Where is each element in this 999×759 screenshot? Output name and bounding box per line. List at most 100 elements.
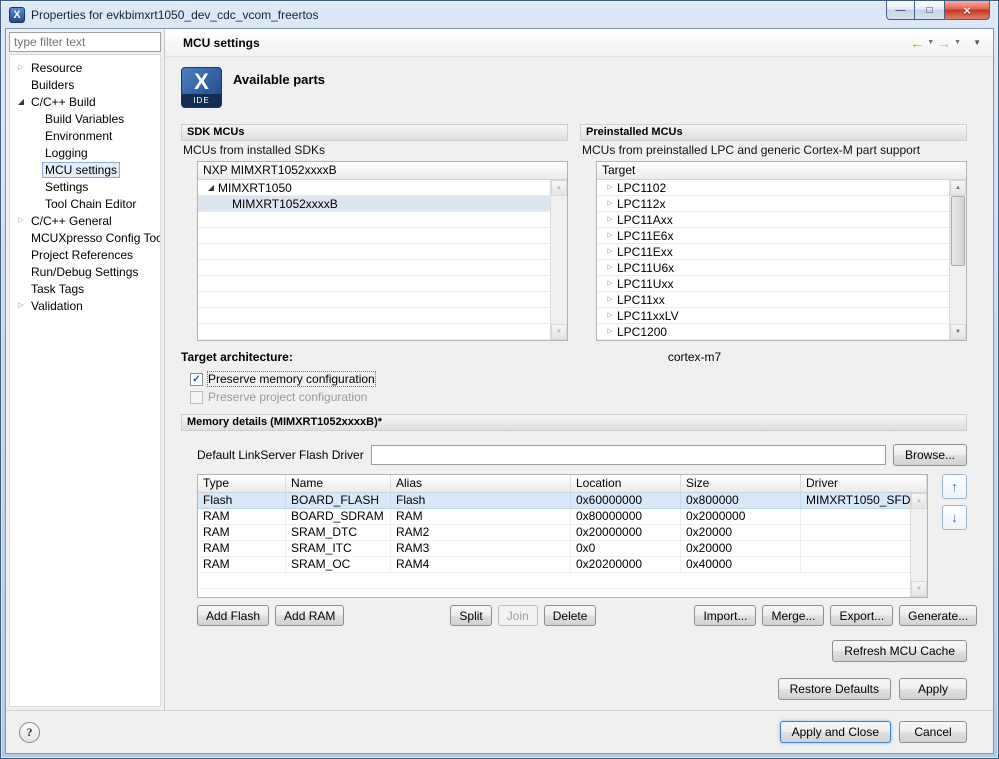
scroll-up-icon[interactable]: ▲ <box>911 493 927 509</box>
add-ram-button[interactable]: Add RAM <box>275 605 345 626</box>
memory-column-header-size[interactable]: Size <box>681 475 801 492</box>
tree-collapsed-arrow-icon[interactable]: ▷ <box>603 227 617 244</box>
minimize-button[interactable]: — <box>886 1 915 20</box>
preinstalled-mcu-item-lpc11xxlv[interactable]: ▷ LPC11xxLV <box>597 308 966 324</box>
sidebar-item-task-tags[interactable]: Task Tags <box>10 280 160 297</box>
preserve-memory-label[interactable]: Preserve memory configuration <box>207 371 376 387</box>
preinstalled-scrollbar[interactable]: ▲ ▼ <box>949 180 966 340</box>
flash-driver-input[interactable] <box>370 445 886 465</box>
memory-column-header-alias[interactable]: Alias <box>391 475 571 492</box>
memory-row[interactable]: RAM SRAM_ITC RAM3 0x0 0x20000 <box>198 541 927 557</box>
back-icon[interactable]: ← <box>910 35 924 51</box>
sidebar-item-run-debug-settings[interactable]: Run/Debug Settings <box>10 263 160 280</box>
import-button[interactable]: Import... <box>694 605 757 626</box>
sidebar-item-c-c-general[interactable]: ▷ C/C++ General <box>10 212 160 229</box>
preinstalled-mcu-item-lpc11axx[interactable]: ▷ LPC11Axx <box>597 212 966 228</box>
tree-collapsed-arrow-icon[interactable]: ▷ <box>603 195 617 212</box>
tree-collapsed-arrow-icon[interactable]: ▷ <box>603 179 617 196</box>
tree-expanded-arrow-icon[interactable]: ◢ <box>204 179 218 196</box>
tree-collapsed-arrow-icon[interactable]: ▷ <box>603 259 617 276</box>
scroll-down-icon[interactable]: ▼ <box>950 324 966 340</box>
sidebar-item-settings[interactable]: Settings <box>10 178 160 195</box>
sdk-mcus-column-header[interactable]: NXP MIMXRT1052xxxxB <box>198 162 567 180</box>
sidebar-item-validation[interactable]: ▷ Validation <box>10 297 160 314</box>
close-button[interactable]: × <box>944 1 990 20</box>
split-button[interactable]: Split <box>450 605 492 626</box>
sidebar-item-environment[interactable]: Environment <box>10 127 160 144</box>
delete-button[interactable]: Delete <box>543 605 597 626</box>
browse-button[interactable]: Browse... <box>892 444 967 466</box>
move-up-button[interactable]: ↑ <box>942 474 967 499</box>
tree-collapsed-arrow-icon[interactable]: ▷ <box>603 243 617 260</box>
sidebar-item-resource[interactable]: ▷ Resource <box>10 59 160 76</box>
scrollbar-thumb[interactable] <box>951 196 965 267</box>
memory-row[interactable]: RAM SRAM_DTC RAM2 0x20000000 0x20000 <box>198 525 927 541</box>
sidebar-item-mcu-settings[interactable]: MCU settings <box>10 161 160 178</box>
tree-collapsed-arrow-icon[interactable]: ▷ <box>603 211 617 228</box>
sdk-mcu-item-mimxrt1050[interactable]: ◢ MIMXRT1050 <box>198 180 567 196</box>
move-down-button[interactable]: ↓ <box>942 505 967 530</box>
view-menu-icon[interactable]: ▼ <box>973 38 981 47</box>
scroll-down-icon[interactable]: ▼ <box>551 324 567 340</box>
tree-collapsed-arrow-icon[interactable]: ▷ <box>603 307 617 324</box>
sidebar-item-mcuxpresso-config-tools[interactable]: MCUXpresso Config Tools <box>10 229 160 246</box>
tree-expanded-arrow-icon[interactable]: ◢ <box>14 93 28 110</box>
restore-defaults-button[interactable]: Restore Defaults <box>777 678 891 700</box>
add-flash-button[interactable]: Add Flash <box>197 605 270 626</box>
refresh-mcu-cache-button[interactable]: Refresh MCU Cache <box>832 640 967 662</box>
preinstalled-column-header[interactable]: Target <box>597 162 966 180</box>
forward-icon[interactable]: → <box>937 35 951 51</box>
sdk-mcus-scrollbar[interactable]: ▲ ▼ <box>550 180 567 340</box>
memory-row[interactable]: RAM BOARD_SDRAM RAM 0x80000000 0x2000000 <box>198 509 927 525</box>
sidebar-item-build-variables[interactable]: Build Variables <box>10 110 160 127</box>
forward-history-dropdown-icon[interactable]: ▼ <box>954 39 961 46</box>
sdk-mcu-item-mimxrt1052xxxxb[interactable]: MIMXRT1052xxxxB <box>198 196 567 212</box>
sidebar-item-c-c-build[interactable]: ◢ C/C++ Build <box>10 93 160 110</box>
memory-column-header-type[interactable]: Type <box>198 475 286 492</box>
scrollbar-track[interactable] <box>950 196 966 324</box>
memory-row[interactable]: RAM SRAM_OC RAM4 0x20200000 0x40000 <box>198 557 927 573</box>
cancel-button[interactable]: Cancel <box>899 721 967 743</box>
sidebar-item-builders[interactable]: Builders <box>10 76 160 93</box>
tree-collapsed-arrow-icon[interactable]: ▷ <box>14 297 28 314</box>
preinstalled-mcu-item-lpc11u6x[interactable]: ▷ LPC11U6x <box>597 260 966 276</box>
filter-input[interactable] <box>9 32 161 52</box>
memory-column-header-location[interactable]: Location <box>571 475 681 492</box>
tree-collapsed-arrow-icon[interactable]: ▷ <box>603 323 617 340</box>
export-button[interactable]: Export... <box>830 605 894 626</box>
tree-collapsed-arrow-icon[interactable]: ▷ <box>603 275 617 292</box>
titlebar[interactable]: X Properties for evkbimxrt1050_dev_cdc_v… <box>1 1 998 28</box>
scroll-down-icon[interactable]: ▼ <box>911 581 927 597</box>
sidebar-item-tool-chain-editor[interactable]: Tool Chain Editor <box>10 195 160 212</box>
preinstalled-mcu-item-lpc11uxx[interactable]: ▷ LPC11Uxx <box>597 276 966 292</box>
preinstalled-mcu-item-lpc11exx[interactable]: ▷ LPC11Exx <box>597 244 966 260</box>
preinstalled-mcu-item-lpc11e6x[interactable]: ▷ LPC11E6x <box>597 228 966 244</box>
generate-button[interactable]: Generate... <box>899 605 978 626</box>
help-button[interactable]: ? <box>19 721 40 743</box>
preinstalled-mcu-item-lpc11xx[interactable]: ▷ LPC11xx <box>597 292 966 308</box>
scrollbar-track[interactable] <box>551 196 567 324</box>
scrollbar-track[interactable] <box>911 509 927 581</box>
tree-collapsed-arrow-icon[interactable]: ▷ <box>603 291 617 308</box>
tree-collapsed-arrow-icon[interactable]: ▷ <box>14 212 28 229</box>
memory-table-scrollbar[interactable]: ▲ ▼ <box>910 493 927 597</box>
join-button[interactable]: Join <box>497 605 538 626</box>
preinstalled-mcu-item-lpc1102[interactable]: ▷ LPC1102 <box>597 180 966 196</box>
apply-and-close-button[interactable]: Apply and Close <box>779 721 891 743</box>
sidebar-item-project-references[interactable]: Project References <box>10 246 160 263</box>
memory-column-header-name[interactable]: Name <box>286 475 391 492</box>
scroll-up-icon[interactable]: ▲ <box>950 180 966 196</box>
memory-row[interactable]: Flash BOARD_FLASH Flash 0x60000000 0x800000 M… <box>198 493 927 509</box>
scroll-up-icon[interactable]: ▲ <box>551 180 567 196</box>
sidebar-item-logging[interactable]: Logging <box>10 144 160 161</box>
merge-button[interactable]: Merge... <box>762 605 825 626</box>
maximize-button[interactable]: □ <box>915 1 944 20</box>
preinstalled-mcu-item-lpc1200[interactable]: ▷ LPC1200 <box>597 324 966 340</box>
back-history-dropdown-icon[interactable]: ▼ <box>927 39 934 46</box>
tree-collapsed-arrow-icon[interactable]: ▷ <box>14 59 28 76</box>
preserve-project-checkbox[interactable] <box>190 390 203 404</box>
preinstalled-mcu-item-lpc112x[interactable]: ▷ LPC112x <box>597 196 966 212</box>
apply-button[interactable]: Apply <box>899 678 967 700</box>
memory-column-header-driver[interactable]: Driver <box>801 475 927 492</box>
preserve-memory-checkbox[interactable]: ✓ <box>190 372 203 386</box>
